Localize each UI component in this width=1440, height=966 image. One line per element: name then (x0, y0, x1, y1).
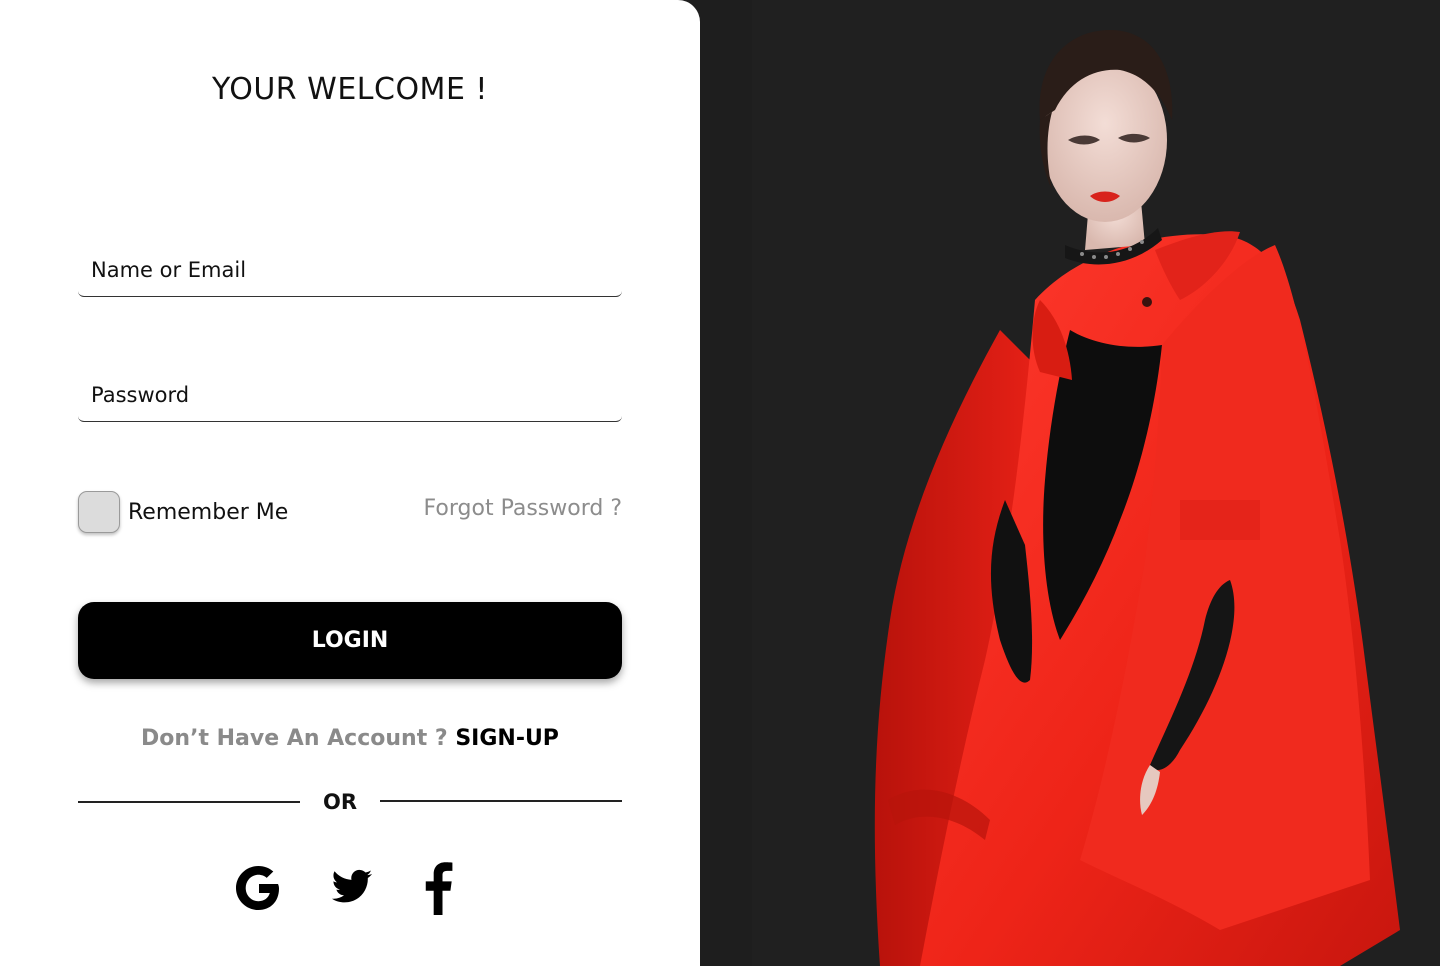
signup-link[interactable]: SIGN-UP (455, 726, 559, 751)
divider-line-left (78, 801, 300, 803)
social-login (230, 860, 470, 920)
password-field (78, 371, 622, 422)
remember-me-label: Remember Me (128, 499, 289, 525)
name-email-input[interactable] (91, 252, 611, 288)
twitter-icon (332, 869, 372, 903)
hero-photo (700, 0, 1440, 966)
remember-me[interactable]: Remember Me (78, 490, 288, 534)
signup-prompt: Don’t Have An Account ? (141, 726, 448, 751)
login-button[interactable]: LOGIN (78, 602, 622, 679)
facebook-login-button[interactable] (410, 860, 466, 916)
google-login-button[interactable] (230, 860, 286, 916)
signup-line: Don’t Have An Account ? SIGN-UP (0, 726, 700, 751)
or-label: OR (323, 790, 358, 814)
forgot-password-link[interactable]: Forgot Password ? (424, 496, 622, 521)
fashion-model-image (700, 0, 1440, 966)
password-input[interactable] (91, 377, 611, 413)
name-email-field (78, 246, 622, 297)
facebook-icon (425, 862, 453, 915)
login-panel: YOUR WELCOME ! Remember Me Forgot Passwo… (0, 0, 700, 966)
google-icon (236, 866, 279, 910)
divider-line-right (380, 800, 622, 802)
remember-me-checkbox[interactable] (78, 491, 120, 533)
twitter-login-button[interactable] (324, 860, 380, 916)
or-divider: OR (78, 790, 622, 816)
login-page: YOUR WELCOME ! Remember Me Forgot Passwo… (0, 0, 1440, 966)
page-title: YOUR WELCOME ! (212, 72, 488, 107)
